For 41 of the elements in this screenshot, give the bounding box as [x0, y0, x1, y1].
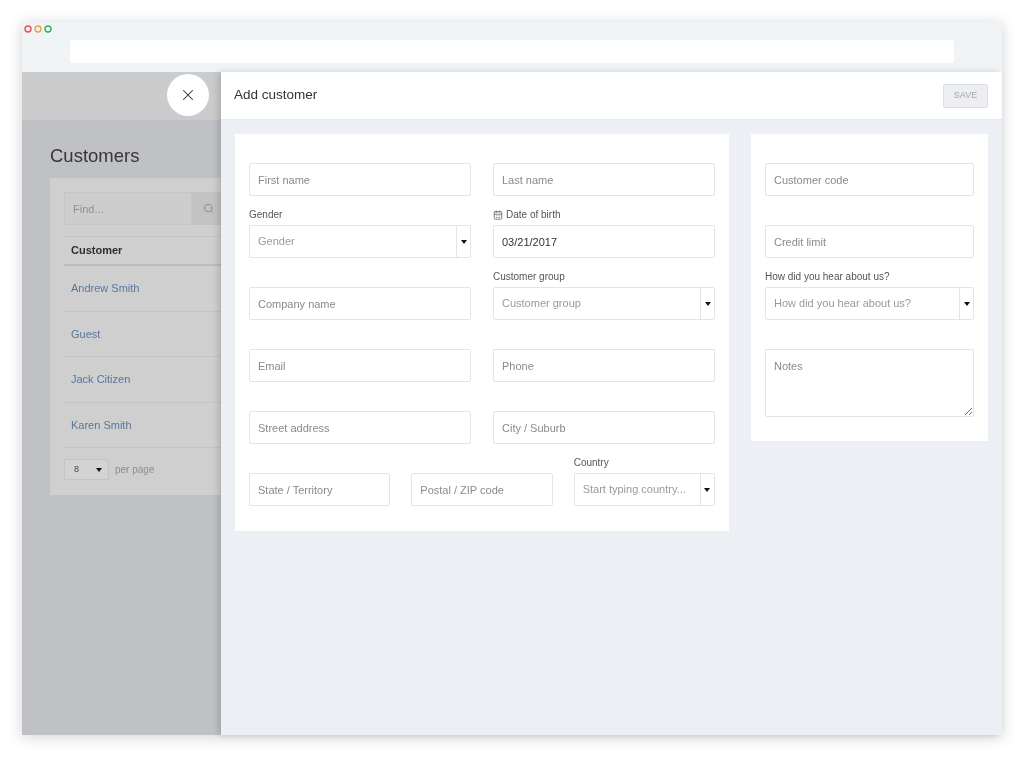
calendar-icon	[493, 210, 503, 220]
input-field[interactable]: Customer code	[765, 163, 974, 196]
input-field[interactable]: Street address	[249, 411, 471, 444]
dropdown-field[interactable]: Customer group	[493, 287, 715, 320]
column-header: Customer	[71, 243, 123, 259]
search-button[interactable]	[192, 192, 221, 225]
input-field[interactable]: Last name	[493, 163, 715, 196]
per-page-label: per page	[115, 463, 155, 477]
dropdown-field[interactable]: Start typing country...	[573, 473, 715, 506]
window-controls-icon[interactable]	[24, 25, 53, 33]
customer-link[interactable]: Karen Smith	[71, 416, 132, 433]
caret-icon	[460, 239, 467, 244]
caret-icon	[704, 301, 711, 306]
input-field[interactable]: Phone	[493, 349, 715, 382]
input-field[interactable]: First name	[249, 163, 471, 196]
field-label: Date of birth	[506, 209, 561, 221]
page-title: Customers	[50, 144, 141, 168]
input-field[interactable]: Credit limit	[765, 225, 974, 258]
caret-icon	[963, 301, 970, 306]
caret-icon	[704, 487, 711, 492]
panel-title: Add customer	[234, 86, 318, 105]
date-field[interactable]: 03/21/2017	[493, 225, 715, 258]
input-field[interactable]: Company name	[249, 287, 471, 320]
notes-field[interactable]: Notes	[765, 349, 974, 417]
field-label: How did you hear about us?	[765, 271, 890, 283]
search-field[interactable]: Find...	[64, 192, 192, 225]
field-label: Gender	[249, 209, 283, 221]
customer-link[interactable]: Andrew Smith	[71, 280, 140, 297]
input-field[interactable]: City / Suburb	[493, 411, 715, 444]
field-label: Customer group	[493, 271, 565, 283]
search-icon	[203, 203, 214, 214]
customer-link[interactable]: Jack Citizen	[71, 371, 131, 388]
input-field[interactable]: Email	[249, 349, 471, 382]
dropdown-field[interactable]: Gender	[249, 225, 471, 258]
field-label: Country	[573, 457, 609, 469]
customer-link[interactable]: Guest	[71, 325, 101, 342]
caret-icon	[96, 467, 102, 472]
per-page-select[interactable]: 8	[64, 459, 109, 480]
input-field[interactable]: Postal / ZIP code	[411, 473, 553, 506]
dropdown-field[interactable]: How did you hear about us?	[765, 287, 974, 320]
input-field[interactable]: State / Territory	[249, 473, 391, 506]
